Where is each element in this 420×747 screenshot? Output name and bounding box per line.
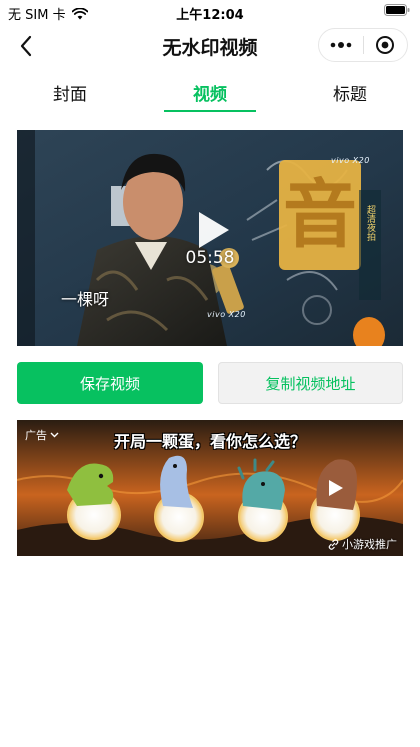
tab-video[interactable]: 视频 — [140, 70, 280, 114]
close-miniprogram-button[interactable] — [363, 29, 407, 61]
ad-banner[interactable]: 广告 开局一颗蛋，看你怎么选？ 小游戏推广 — [17, 420, 403, 556]
video-player[interactable]: 音 超清夜拍 05:58 一棵呀 vivo X20 vivo X20 — [17, 130, 403, 346]
copy-video-url-button[interactable]: 复制视频地址 — [218, 362, 403, 404]
tab-cover[interactable]: 封面 — [0, 70, 140, 114]
nav-bar: 无水印视频 — [0, 24, 420, 68]
ad-headline: 开局一颗蛋，看你怎么选？ — [113, 432, 306, 451]
video-subtitle: 一棵呀 — [61, 290, 110, 309]
battery-icon — [384, 4, 410, 16]
link-icon — [328, 538, 339, 550]
tab-bar: 封面 视频 标题 — [0, 70, 420, 114]
ad-promo-text: 小游戏推广 — [342, 538, 397, 551]
video-duration: 05:58 — [185, 248, 235, 268]
status-right — [384, 4, 410, 16]
more-dots-icon — [330, 42, 352, 48]
more-button[interactable] — [319, 29, 363, 61]
status-time: 上午12:04 — [176, 8, 244, 23]
save-video-button[interactable]: 保存视频 — [17, 362, 203, 404]
target-close-icon — [376, 36, 395, 54]
ad-promo: 小游戏推广 — [328, 536, 397, 552]
svg-text:音: 音 — [283, 172, 357, 258]
svg-text:超清夜拍: 超清夜拍 — [365, 204, 376, 242]
brand-watermark-top: vivo X20 — [331, 156, 370, 165]
play-icon[interactable] — [197, 210, 231, 250]
status-bar: 无 SIM 卡 上午12:04 — [0, 0, 420, 24]
tab-title[interactable]: 标题 — [280, 70, 420, 114]
brand-watermark-bottom: vivo X20 — [207, 310, 246, 319]
miniprogram-capsule — [318, 28, 408, 62]
